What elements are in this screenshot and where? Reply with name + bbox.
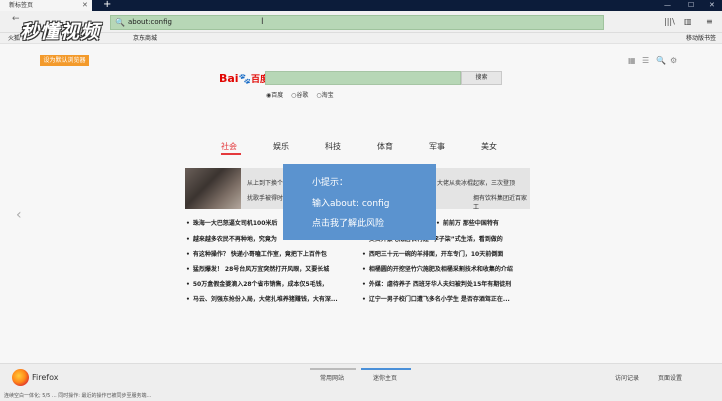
tab-indicator-active (361, 368, 411, 370)
tab-beauty[interactable]: 美女 (481, 141, 497, 153)
bookmark-item[interactable]: 火狐 (8, 34, 20, 43)
close-window-icon[interactable]: ✕ (709, 0, 715, 11)
close-tab-icon[interactable]: ✕ (82, 0, 88, 11)
news-item[interactable]: 相桶圆的开挖坚竹穴施肥及相桶采割技术和收集的介绍 (362, 264, 513, 273)
tab-social[interactable]: 社会 (221, 141, 237, 153)
title-bar: 新标签页 ✕ + — ☐ ✕ (0, 0, 722, 11)
search-input[interactable] (265, 71, 461, 85)
tip-risk-link[interactable]: 点击我了解此风险 (312, 216, 384, 229)
radio-taobao[interactable]: ○淘宝 (316, 92, 333, 99)
tab-sports[interactable]: 体育 (377, 141, 393, 153)
bookmarks-bar: 火狐 京东商城 移动版书签 (0, 33, 722, 44)
tab-tech[interactable]: 科技 (325, 141, 341, 153)
card-text[interactable]: 扰歌手被得时 (247, 193, 283, 202)
search-icon: 🔍 (115, 18, 125, 27)
navigation-bar: ← 🔍 about:config I |||\ ▥ ≡ (0, 11, 722, 33)
news-item[interactable]: 珠海一大巴怒逼女司机100米后 (186, 218, 278, 227)
menu-icon[interactable]: ≡ (706, 17, 713, 26)
new-tab-button[interactable]: + (103, 0, 111, 10)
baidu-paw-icon: 🐾 (238, 74, 252, 85)
status-bar: 连续空白一体化; 5/5 ... 同时操作: 最近的操作已被同步至服务端... (4, 393, 152, 399)
card-text[interactable]: 大佬从卖冰棍起家，三次登顶 (437, 178, 515, 187)
list-icon[interactable]: ☰ (642, 56, 649, 65)
url-bar[interactable]: 🔍 about:config I (110, 15, 604, 30)
news-item[interactable]: 马云、刘强东抢份入局，大佬扎堆养猪赚钱，大有深... (186, 294, 338, 303)
search-engine-options: ◉百度 ○谷歌 ○淘宝 (266, 90, 340, 99)
news-item[interactable]: 外媒：虐待养子 西班牙华人夫妇被判处15年有期徒刑 (362, 279, 511, 288)
baidu-logo: Bai🐾百度 (219, 72, 269, 85)
news-item[interactable]: 西吧三十元一碗的羊排面，开车专门，10天前倒面 (362, 249, 503, 258)
radio-baidu[interactable]: ◉百度 (266, 92, 283, 99)
bookmark-item[interactable]: 京东商城 (133, 34, 157, 43)
firefox-brand: Firefox (32, 373, 59, 382)
card-text[interactable]: 从上到下换个 (247, 178, 283, 187)
tab-mini-home[interactable]: 迷你主页 (373, 373, 397, 382)
firefox-logo-icon (12, 369, 29, 386)
tip-instruction: 输入about: config (312, 199, 390, 209)
news-category-tabs: 社会 娱乐 科技 体育 军事 美女 (0, 141, 722, 153)
text-cursor-icon: I (261, 17, 264, 27)
gear-icon[interactable]: ⚙ (670, 56, 677, 65)
tab-common-sites[interactable]: 常用网站 (320, 373, 344, 382)
news-item[interactable]: 有这种操作？ 快递小哥嗑工作室，竟把下上百件包 (186, 249, 327, 258)
watermark-logo: 秒懂视频 (20, 21, 101, 43)
baidu-logo-bai: Bai (219, 72, 239, 85)
news-item[interactable]: 越来越多农民不再种地，究竟为 (186, 234, 277, 243)
set-default-browser-button[interactable]: 设为默认浏览器 (40, 55, 89, 66)
news-item[interactable]: 50万盒假金婆滴入28个省市销售，成本仅5毛钱， (186, 279, 328, 288)
carousel-left-arrow-icon[interactable]: ‹ (16, 207, 22, 223)
news-photo[interactable] (185, 168, 241, 209)
mobile-bookmarks[interactable]: 移动版书签 (686, 34, 716, 43)
tab-entertainment[interactable]: 娱乐 (273, 141, 289, 153)
active-tab-indicator (221, 153, 241, 155)
tab-indicator (310, 368, 356, 370)
minimize-icon[interactable]: — (664, 0, 671, 11)
maximize-icon[interactable]: ☐ (688, 0, 694, 11)
page-settings-link[interactable]: 页面设置 (658, 373, 682, 382)
tip-overlay[interactable]: 小提示： 输入about: config 点击我了解此风险 (283, 164, 436, 240)
news-item[interactable]: 猛烈爆发！ 28号台风万宜突然打开风眼，又要长城 (186, 264, 329, 273)
sidebar-icon[interactable]: ▥ (684, 17, 692, 26)
tab-military[interactable]: 军事 (429, 141, 445, 153)
url-text[interactable]: about:config (128, 18, 172, 26)
tab-title: 新标签页 (9, 2, 34, 9)
news-item[interactable]: 辽宁一男子校门口遭飞多名小学生 是否存酒驾正在... (362, 294, 510, 303)
tab-new-tab[interactable]: 新标签页 ✕ (0, 0, 92, 11)
news-item[interactable]: 前前万 那些中国特有 (436, 218, 499, 227)
radio-google[interactable]: ○谷歌 (291, 92, 308, 99)
tip-title: 小提示： (312, 178, 349, 188)
search-button[interactable]: 搜索 (461, 71, 502, 85)
search-icon[interactable]: 🔍 (656, 56, 666, 65)
card-text[interactable]: 拥有饮料集团近百家工 (473, 193, 530, 211)
library-icon[interactable]: |||\ (664, 17, 675, 26)
back-icon[interactable]: ← (12, 14, 20, 24)
grid-icon[interactable]: ▦ (628, 56, 636, 65)
history-link[interactable]: 访问记录 (615, 373, 639, 382)
